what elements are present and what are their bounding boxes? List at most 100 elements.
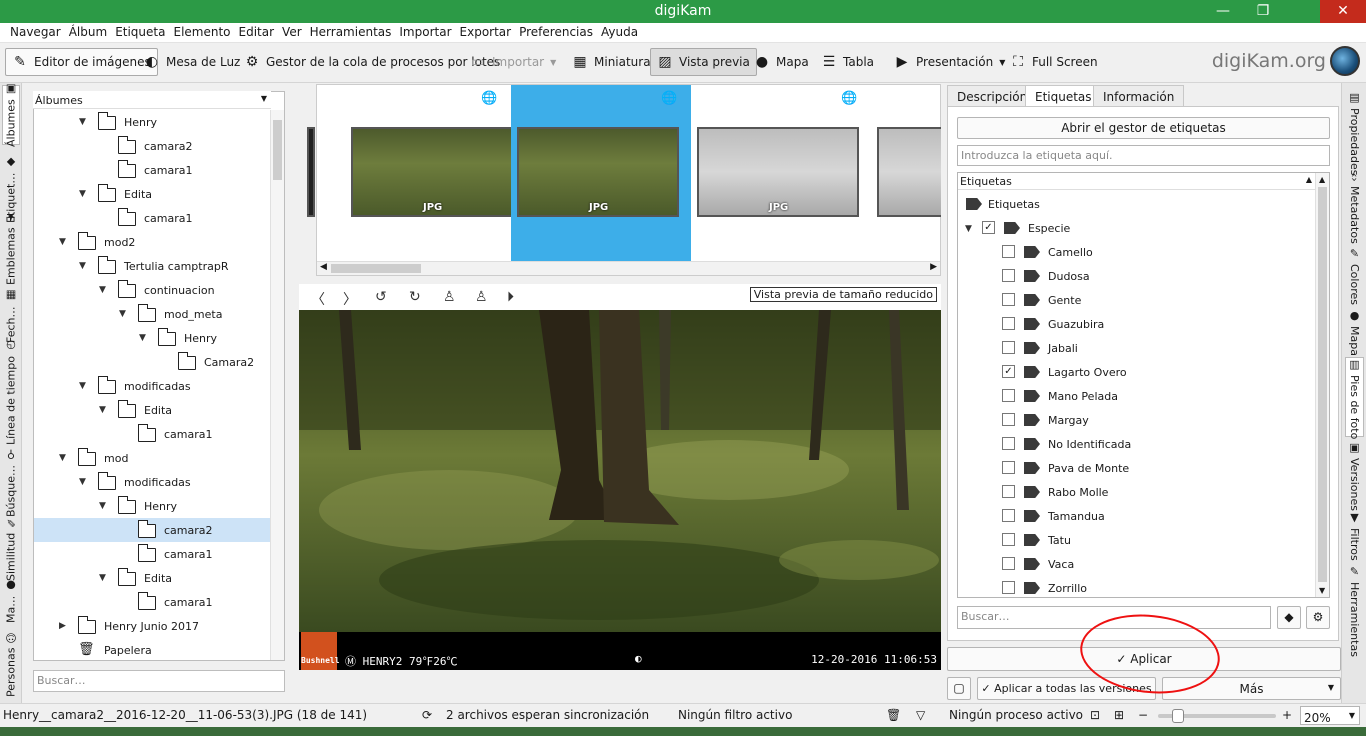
- tab-dates[interactable]: Fech… ▦: [2, 289, 20, 343]
- menu-importar[interactable]: Importar: [395, 23, 455, 41]
- tag-checkbox[interactable]: [1002, 341, 1015, 354]
- tag-row[interactable]: Mano Pelada: [958, 384, 1316, 408]
- chevron-down-icon[interactable]: ▼: [79, 117, 86, 127]
- minimize-button[interactable]: —: [1206, 0, 1240, 23]
- album-row[interactable]: ▼ Edita: [34, 182, 270, 206]
- album-row[interactable]: ▼ Henry: [34, 494, 270, 518]
- menu-ayuda[interactable]: Ayuda: [597, 23, 642, 41]
- scrollbar-thumb[interactable]: [273, 120, 282, 180]
- maximize-button[interactable]: ❐: [1240, 0, 1286, 23]
- tag-row[interactable]: Camello: [958, 240, 1316, 264]
- tag-checkbox[interactable]: [1002, 413, 1015, 426]
- tag-row[interactable]: Vaca: [958, 552, 1316, 576]
- album-row[interactable]: camara1: [34, 590, 270, 614]
- scroll-left-icon[interactable]: ◀: [320, 262, 327, 272]
- tag-row[interactable]: Dudosa: [958, 264, 1316, 288]
- tab-similarity[interactable]: Similitud ✎: [2, 516, 20, 581]
- tab-metadata[interactable]: ‹› Metadatos: [1345, 173, 1364, 244]
- album-row[interactable]: camara1: [34, 206, 270, 230]
- chevron-right-icon[interactable]: ▶: [59, 621, 66, 631]
- chevron-down-icon[interactable]: ▼: [79, 261, 86, 271]
- tab-versions[interactable]: ▣ Versiones: [1345, 441, 1364, 511]
- previous-icon[interactable]: 〈: [311, 289, 325, 309]
- tag-row[interactable]: Tamandua: [958, 504, 1316, 528]
- open-tag-manager-button[interactable]: Abrir el gestor de etiquetas: [957, 117, 1330, 139]
- album-row[interactable]: ▼ modificadas: [34, 470, 270, 494]
- albums-header[interactable]: Álbumes ▼: [33, 91, 271, 109]
- menu-editar[interactable]: Editar: [235, 23, 279, 41]
- tag-row[interactable]: Pava de Monte: [958, 456, 1316, 480]
- person-icon[interactable]: ♙: [443, 289, 456, 305]
- tab-tools[interactable]: ✎ Herramientas: [1345, 565, 1364, 657]
- tag-filter-button[interactable]: ◆: [1277, 606, 1301, 629]
- thumbnails-button[interactable]: ▦ Miniatura: [566, 48, 657, 76]
- album-row[interactable]: ▼ modificadas: [34, 374, 270, 398]
- chevron-down-icon[interactable]: ▼: [99, 405, 106, 415]
- tag-row[interactable]: Margay: [958, 408, 1316, 432]
- tag-row[interactable]: Gente: [958, 288, 1316, 312]
- rotate-left-icon[interactable]: ↺: [375, 289, 387, 305]
- album-row[interactable]: camara2: [34, 134, 270, 158]
- menu-exportar[interactable]: Exportar: [456, 23, 516, 41]
- thumbnail-item[interactable]: 🌐 JPG: [691, 85, 871, 261]
- tag-checkbox[interactable]: [1002, 437, 1015, 450]
- tab-map[interactable]: Ma… ●: [2, 579, 20, 623]
- import-button[interactable]: ▭ Importar ▼: [464, 48, 562, 76]
- tab-tags[interactable]: Etiquetas: [1025, 85, 1102, 107]
- album-row-selected[interactable]: camara2: [34, 518, 270, 542]
- album-row[interactable]: ▼ continuacion: [34, 278, 270, 302]
- chevron-down-icon[interactable]: ▼: [119, 309, 126, 319]
- filter-icon[interactable]: ▽: [916, 708, 925, 722]
- scroll-down-icon[interactable]: ▼: [1319, 586, 1325, 595]
- menu-herramientas[interactable]: Herramientas: [306, 23, 396, 41]
- tag-row[interactable]: Tatu: [958, 528, 1316, 552]
- preview-button[interactable]: ▨ Vista previa: [650, 48, 757, 76]
- menu-album[interactable]: Álbum: [65, 23, 111, 41]
- tag-checkbox[interactable]: ✓: [1002, 365, 1015, 378]
- chevron-down-icon[interactable]: ▼: [139, 333, 146, 343]
- tag-checkbox[interactable]: [1002, 461, 1015, 474]
- image-editor-button[interactable]: ✎ Editor de imágenes: [5, 48, 158, 76]
- chevron-down-icon[interactable]: ▼: [965, 224, 972, 234]
- album-row[interactable]: camara1: [34, 422, 270, 446]
- tab-timeline[interactable]: Línea de tiempo ◷: [2, 339, 20, 445]
- album-search-input[interactable]: Buscar…: [33, 670, 285, 692]
- tag-checkbox[interactable]: [1002, 389, 1015, 402]
- tab-properties[interactable]: ▤ Propiedades: [1345, 91, 1364, 175]
- chevron-down-icon[interactable]: ▼: [79, 477, 86, 487]
- trash-icon[interactable]: 🗑: [886, 708, 901, 722]
- light-table-button[interactable]: ◐ Mesa de Luz: [138, 48, 246, 76]
- tag-checkbox[interactable]: [1002, 509, 1015, 522]
- album-scrollbar[interactable]: [270, 110, 284, 660]
- tab-filters[interactable]: ▼ Filtros: [1345, 511, 1364, 561]
- chevron-down-icon[interactable]: ▼: [99, 285, 106, 295]
- revert-button[interactable]: ▢: [947, 677, 971, 700]
- scrollbar-thumb[interactable]: [1318, 187, 1327, 582]
- play-icon[interactable]: ⏵: [507, 289, 514, 305]
- tab-people[interactable]: Personas ☺: [2, 631, 20, 697]
- close-button[interactable]: ✕: [1320, 0, 1366, 23]
- album-row[interactable]: ▼ mod2: [34, 230, 270, 254]
- tag-row[interactable]: Rabo Molle: [958, 480, 1316, 504]
- album-row[interactable]: ▼ Edita: [34, 566, 270, 590]
- tab-captions[interactable]: ▥ Pies de foto: [1345, 357, 1364, 439]
- tag-row[interactable]: ✓ Lagarto Overo: [958, 360, 1316, 384]
- scroll-up-icon[interactable]: ▲: [1319, 175, 1325, 184]
- tab-labels[interactable]: Emblemas ★: [2, 210, 20, 285]
- chevron-down-icon[interactable]: ▼: [79, 189, 86, 199]
- album-row[interactable]: ▼ Edita: [34, 398, 270, 422]
- tag-row[interactable]: Jabali: [958, 336, 1316, 360]
- tag-scrollbar[interactable]: ▲ ▼: [1315, 173, 1329, 597]
- scrollbar-thumb[interactable]: [331, 264, 421, 273]
- tab-description[interactable]: Descripción: [947, 85, 1038, 107]
- tab-search[interactable]: Búsque… ⚲: [2, 448, 20, 517]
- menu-etiqueta[interactable]: Etiqueta: [111, 23, 169, 41]
- tag-settings-button[interactable]: ⚙: [1306, 606, 1330, 629]
- album-row[interactable]: ▶ Henry Junio 2017: [34, 614, 270, 638]
- tag-checkbox[interactable]: [1002, 317, 1015, 330]
- tab-albums[interactable]: Álbumes ▣: [2, 83, 20, 147]
- album-row[interactable]: 🗑 Papelera: [34, 638, 270, 660]
- map-button[interactable]: ● Mapa: [748, 48, 815, 76]
- album-row[interactable]: ▼ Henry: [34, 326, 270, 350]
- tag-checkbox[interactable]: [1002, 557, 1015, 570]
